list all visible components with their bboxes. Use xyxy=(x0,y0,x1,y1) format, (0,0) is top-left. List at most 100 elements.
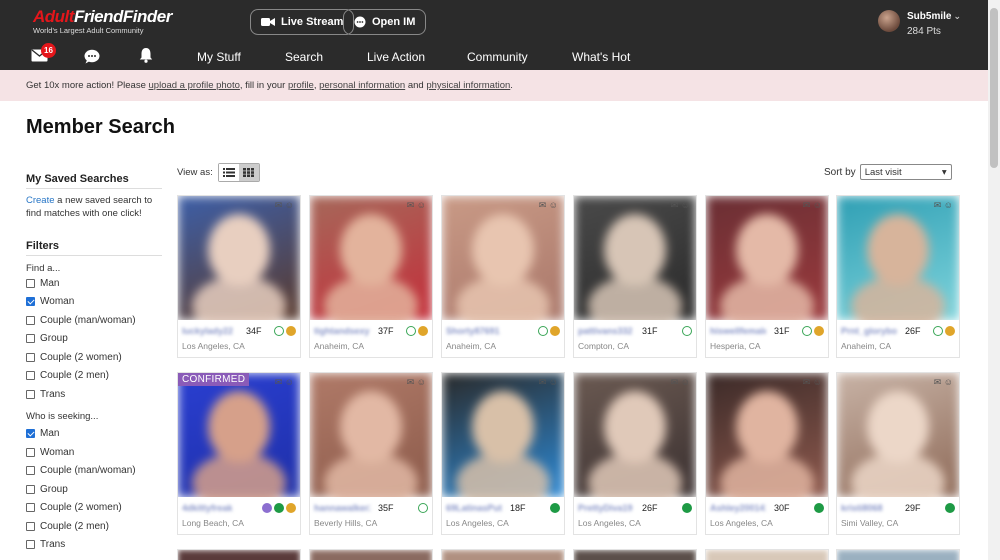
member-photo[interactable]: ✉ ☺ xyxy=(706,196,828,320)
member-username[interactable]: hiswellfemale xyxy=(710,326,766,336)
member-card[interactable]: ✉ ☺ CONFIRMED 4dkittyfreak Long Beach, CA xyxy=(177,372,301,535)
grid-view-button[interactable] xyxy=(238,164,259,181)
member-username[interactable]: kristi8068 xyxy=(841,503,883,513)
message-wink-icon[interactable]: ✉ ☺ xyxy=(275,377,294,388)
seeking-checkbox[interactable] xyxy=(26,466,35,476)
mail-nav[interactable]: 16 xyxy=(31,43,56,67)
chat-nav[interactable] xyxy=(84,49,100,69)
member-username[interactable]: Ashley200141 xyxy=(710,503,766,513)
member-card[interactable]: ✉ ☺ Shorty87691 Anaheim, CA xyxy=(441,195,565,358)
member-photo[interactable]: ✉ ☺ xyxy=(837,373,959,497)
member-photo[interactable] xyxy=(442,550,564,560)
open-im-button[interactable]: Open IM xyxy=(343,9,427,35)
member-card[interactable]: ✉ ☺ tightandsexy 37F Anaheim, CA xyxy=(309,195,433,358)
seeking-checkbox[interactable] xyxy=(26,521,35,531)
seeking-option[interactable]: Couple (2 women) xyxy=(26,499,162,518)
member-photo[interactable] xyxy=(178,550,300,560)
member-username[interactable]: luckylady22 xyxy=(182,326,233,336)
member-card[interactable]: ✉ ☺ Prnt_glorybox 26F Anaheim, CA xyxy=(836,195,960,358)
find-option[interactable]: Group xyxy=(26,330,162,349)
member-card[interactable]: ✉ ☺ hiswellfemale 31F Hesperia, CA xyxy=(705,195,829,358)
find-checkbox[interactable] xyxy=(26,297,35,307)
member-card[interactable]: ✉ ☺ pattivans332 31F Compton, CA xyxy=(573,195,697,358)
seeking-checkbox[interactable] xyxy=(26,447,35,457)
nav-live-action[interactable]: Live Action xyxy=(367,50,425,64)
notifications-nav[interactable] xyxy=(139,47,153,68)
member-photo[interactable]: ✉ ☺ xyxy=(442,196,564,320)
find-checkbox[interactable] xyxy=(26,371,35,381)
find-checkbox[interactable] xyxy=(26,315,35,325)
seeking-option[interactable]: Woman xyxy=(26,443,162,462)
member-photo[interactable]: ✉ ☺ xyxy=(310,373,432,497)
message-wink-icon[interactable]: ✉ ☺ xyxy=(671,377,690,388)
nav-whats-hot[interactable]: What's Hot xyxy=(572,50,630,64)
seeking-option[interactable]: Couple (2 men) xyxy=(26,517,162,536)
message-wink-icon[interactable]: ✉ ☺ xyxy=(934,377,953,388)
member-photo[interactable]: ✉ ☺ xyxy=(178,196,300,320)
find-option[interactable]: Couple (2 men) xyxy=(26,367,162,386)
find-checkbox[interactable] xyxy=(26,352,35,362)
member-card[interactable] xyxy=(309,549,433,560)
seeking-checkbox[interactable] xyxy=(26,484,35,494)
seeking-option[interactable]: Group xyxy=(26,480,162,499)
seeking-option[interactable]: Couple (man/woman) xyxy=(26,462,162,481)
member-card[interactable]: ✉ ☺ luckylady22 34F Los Angeles, CA xyxy=(177,195,301,358)
find-checkbox[interactable] xyxy=(26,389,35,399)
message-wink-icon[interactable]: ✉ ☺ xyxy=(671,200,690,211)
find-option[interactable]: Couple (2 women) xyxy=(26,348,162,367)
member-username[interactable]: 4dkittyfreak xyxy=(182,503,233,513)
member-username[interactable]: PrettyDiva19 xyxy=(578,503,633,513)
member-username[interactable]: 69LatinasPutalli xyxy=(446,503,502,513)
member-card[interactable]: ✉ ☺ Ashley200141 30F Los Angeles, CA xyxy=(705,372,829,535)
profile-link[interactable]: profile xyxy=(288,80,314,91)
seeking-checkbox[interactable] xyxy=(26,503,35,513)
member-username[interactable]: Prnt_glorybox xyxy=(841,326,897,336)
find-checkbox[interactable] xyxy=(26,278,35,288)
message-wink-icon[interactable]: ✉ ☺ xyxy=(539,377,558,388)
message-wink-icon[interactable]: ✉ ☺ xyxy=(803,377,822,388)
member-card[interactable]: ✉ ☺ kristi8068 29F Simi Valley, CA xyxy=(836,372,960,535)
member-photo[interactable]: ✉ ☺ CONFIRMED xyxy=(178,373,300,497)
member-photo[interactable]: ✉ ☺ xyxy=(574,373,696,497)
member-photo[interactable] xyxy=(706,550,828,560)
member-card[interactable] xyxy=(441,549,565,560)
seeking-option[interactable]: Man xyxy=(26,425,162,444)
member-card[interactable]: ✉ ☺ PrettyDiva19 26F Los Angeles, CA xyxy=(573,372,697,535)
upload-photo-link[interactable]: upload a profile photo xyxy=(149,80,240,91)
create-saved-search-link[interactable]: Create xyxy=(26,195,55,206)
member-photo[interactable] xyxy=(837,550,959,560)
nav-search[interactable]: Search xyxy=(285,50,323,64)
find-checkbox[interactable] xyxy=(26,334,35,344)
scrollbar-thumb[interactable] xyxy=(990,8,998,168)
member-username[interactable]: hannawalker22 xyxy=(314,503,370,513)
user-menu[interactable]: Sub5mile ⌄ 284 Pts xyxy=(878,10,961,37)
sort-select[interactable]: Last visit ▾ xyxy=(859,164,952,180)
member-photo[interactable]: ✉ ☺ xyxy=(837,196,959,320)
find-option[interactable]: Woman xyxy=(26,293,162,312)
member-username[interactable]: tightandsexy xyxy=(314,326,370,336)
find-option[interactable]: Man xyxy=(26,274,162,293)
message-wink-icon[interactable]: ✉ ☺ xyxy=(539,200,558,211)
member-card[interactable] xyxy=(836,549,960,560)
seeking-checkbox[interactable] xyxy=(26,429,35,439)
member-card[interactable] xyxy=(177,549,301,560)
member-card[interactable]: ✉ ☺ 69LatinasPutalli 18FLos Angeles, CA xyxy=(441,372,565,535)
member-photo[interactable]: ✉ ☺ xyxy=(574,196,696,320)
list-view-button[interactable] xyxy=(218,164,239,181)
message-wink-icon[interactable]: ✉ ☺ xyxy=(934,200,953,211)
message-wink-icon[interactable]: ✉ ☺ xyxy=(803,200,822,211)
message-wink-icon[interactable]: ✉ ☺ xyxy=(407,200,426,211)
member-photo[interactable] xyxy=(574,550,696,560)
message-wink-icon[interactable]: ✉ ☺ xyxy=(275,200,294,211)
member-card[interactable] xyxy=(705,549,829,560)
physical-info-link[interactable]: physical information xyxy=(426,80,510,91)
avatar[interactable] xyxy=(878,10,900,32)
member-card[interactable] xyxy=(573,549,697,560)
find-option[interactable]: Couple (man/woman) xyxy=(26,311,162,330)
member-photo[interactable]: ✉ ☺ xyxy=(442,373,564,497)
nav-my-stuff[interactable]: My Stuff xyxy=(197,50,241,64)
member-username[interactable]: pattivans332 xyxy=(578,326,633,336)
find-option[interactable]: Trans xyxy=(26,385,162,404)
member-card[interactable]: ✉ ☺ hannawalker22 35FBeverly Hills, CA xyxy=(309,372,433,535)
member-photo[interactable]: ✉ ☺ xyxy=(310,196,432,320)
